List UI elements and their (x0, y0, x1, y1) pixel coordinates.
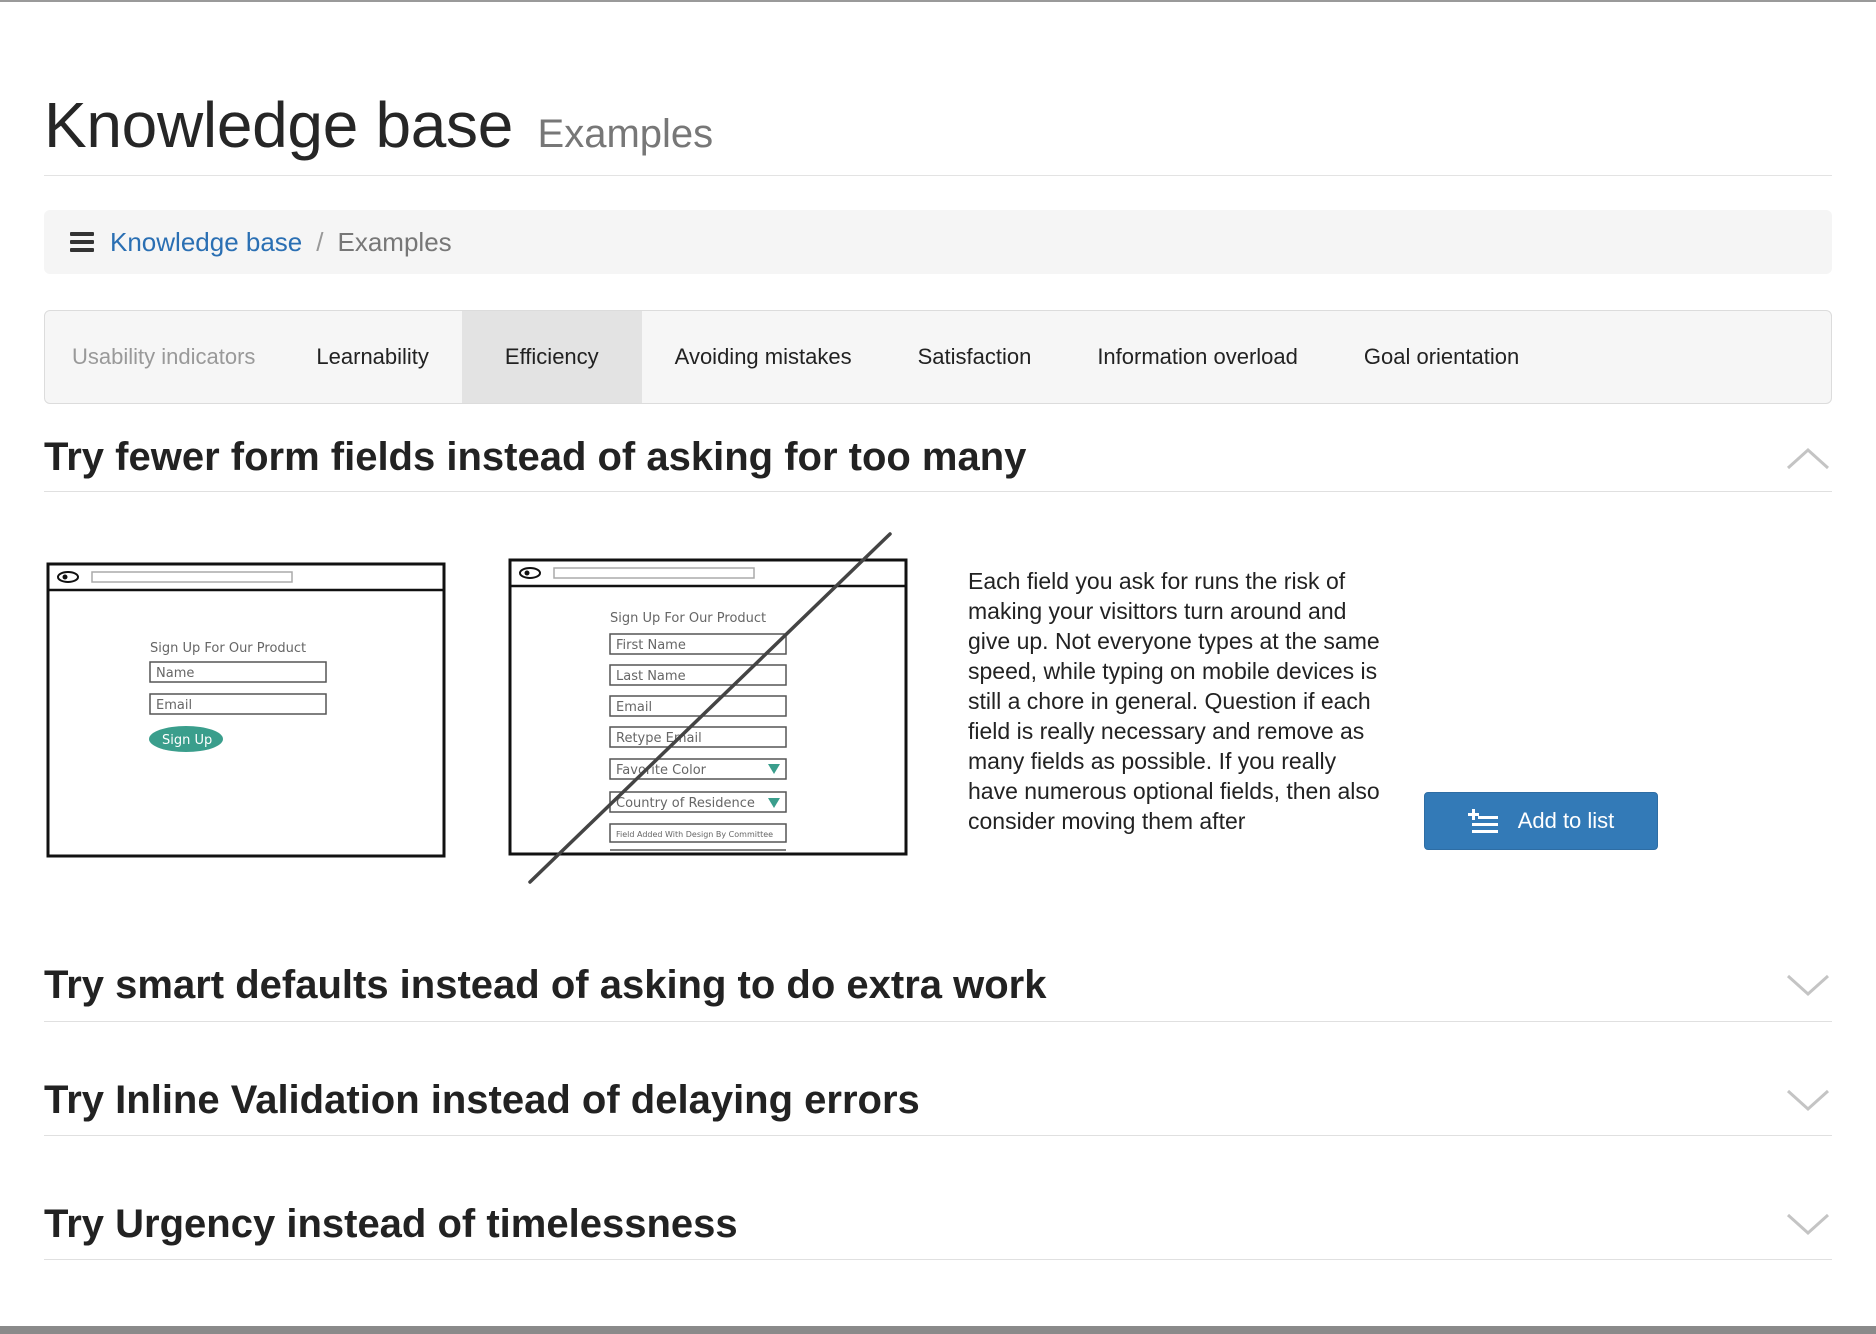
section-title: Try Inline Validation instead of delayin… (44, 1078, 920, 1122)
sketch-field-name: Name (156, 666, 194, 681)
breadcrumb: Knowledge base / Examples (44, 210, 1832, 274)
sketch-field: First Name (616, 638, 686, 653)
sketch-field: Email (616, 700, 652, 715)
page-subtitle: Examples (537, 112, 714, 156)
section-description: Each field you ask for runs the risk of … (968, 568, 1380, 834)
chevron-down-icon[interactable] (1786, 1089, 1830, 1113)
add-list-icon (1467, 809, 1498, 833)
tabs-label: Usability indicators (72, 344, 256, 369)
sketch-field: Country of Residence (616, 796, 755, 811)
accordion-header-urgency[interactable]: Try Urgency instead of timelessness (44, 1190, 1832, 1260)
section-title: Try Urgency instead of timelessness (44, 1202, 738, 1246)
page-title: Knowledge base (44, 89, 514, 161)
chevron-down-icon[interactable] (1786, 974, 1830, 998)
chevron-down-icon[interactable] (1786, 1213, 1830, 1237)
sketch-field: Retype Email (616, 731, 702, 746)
breadcrumb-link-knowledge-base[interactable]: Knowledge base (110, 227, 302, 258)
short-form-sketch: Sign Up For Our Product Name Email Sign … (46, 562, 446, 858)
sketch-signup-button: Sign Up (162, 733, 212, 748)
tab-information-overload[interactable]: Information overload (1064, 311, 1331, 403)
chevron-up-icon[interactable] (1786, 446, 1830, 470)
tab-satisfaction[interactable]: Satisfaction (885, 311, 1065, 403)
page-header: Knowledge base Examples (44, 88, 1832, 176)
breadcrumb-current: Examples (337, 226, 452, 257)
sketch-field: Favorite Color (616, 763, 707, 778)
long-form-sketch-crossed: Sign Up For Our Product First Name Last … (508, 532, 908, 884)
accordion-content-fewer-fields: Sign Up For Our Product Name Email Sign … (44, 530, 1832, 890)
section-title: Try smart defaults instead of asking to … (44, 963, 1047, 1007)
add-to-list-button[interactable]: Add to list (1424, 792, 1658, 850)
usability-tabs: Usability indicators Learnability Effici… (44, 310, 1832, 404)
accordion-header-fewer-fields[interactable]: Try fewer form fields instead of asking … (44, 424, 1832, 492)
accordion-header-inline-validation[interactable]: Try Inline Validation instead of delayin… (44, 1066, 1832, 1136)
list-icon (70, 232, 94, 252)
breadcrumb-separator: / (316, 226, 324, 257)
tab-goal-orientation[interactable]: Goal orientation (1331, 311, 1552, 403)
sketch-heading: Sign Up For Our Product (610, 611, 766, 626)
sketch-heading: Sign Up For Our Product (150, 641, 306, 656)
section-title: Try fewer form fields instead of asking … (44, 435, 1027, 479)
sketch-field: Field Added With Design By Committee (616, 830, 773, 839)
accordion-header-smart-defaults[interactable]: Try smart defaults instead of asking to … (44, 950, 1832, 1022)
add-to-list-label: Add to list (1517, 808, 1615, 833)
tab-learnability[interactable]: Learnability (283, 311, 462, 403)
tab-efficiency[interactable]: Efficiency (461, 311, 642, 403)
sketch-field: Last Name (616, 669, 686, 684)
tab-avoiding-mistakes[interactable]: Avoiding mistakes (642, 311, 885, 403)
sketch-field-email: Email (156, 698, 192, 713)
